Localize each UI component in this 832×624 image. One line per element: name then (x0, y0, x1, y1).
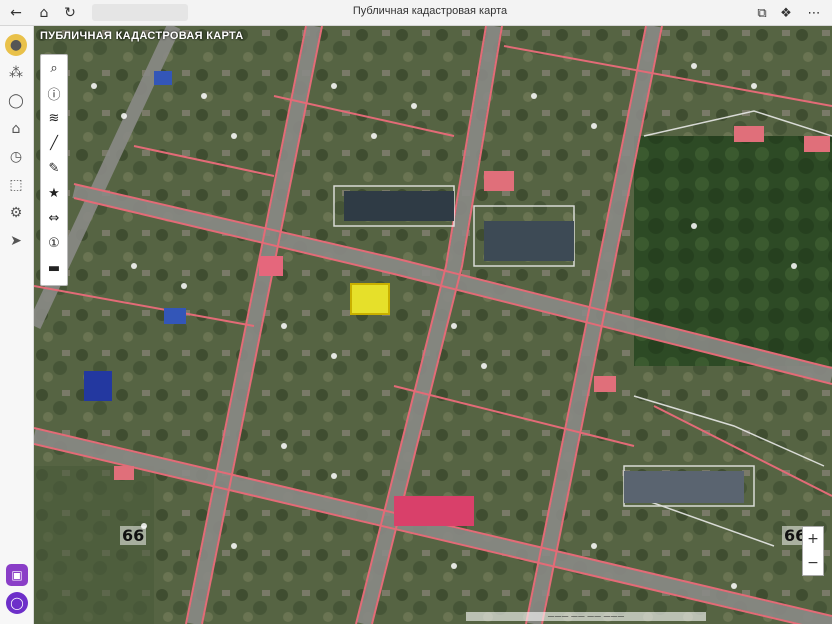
layers-icon[interactable]: ≋ (43, 107, 65, 129)
address-bar[interactable] (92, 4, 188, 21)
scale-bar: ——— —— —— ——— (466, 612, 706, 621)
calendar-icon[interactable]: ▣ (6, 564, 28, 586)
draw-icon[interactable]: ✎ (43, 157, 65, 179)
settings-icon[interactable]: ⚙ (5, 202, 27, 224)
satellite-imagery (34, 26, 832, 624)
menu-dots-icon[interactable]: ⋯ (804, 3, 824, 23)
info-icon[interactable]: ⓘ (43, 82, 65, 104)
block-number-label: 66 (120, 526, 147, 545)
browser-toolbar: ← ⌂ ↻ Публичная кадастровая карта ⧉ ❖ ⋯ (0, 0, 832, 26)
measure-icon[interactable]: ⇔ (43, 207, 65, 229)
zoom-out-button[interactable]: − (803, 551, 823, 575)
zoom-control: + − (802, 526, 824, 576)
collections-icon[interactable]: ❖ (776, 3, 796, 23)
profile-icon[interactable]: ● (5, 34, 27, 56)
history-icon[interactable]: ◷ (5, 146, 27, 168)
help-icon[interactable]: ① (43, 232, 65, 254)
bell-icon[interactable]: ◯ (5, 90, 27, 112)
search-icon[interactable]: ⌕ (43, 57, 65, 79)
map-toolbar: ⌕ ⓘ ≋ ╱ ✎ ★ ⇔ ① ▬ (40, 54, 68, 286)
star-icon[interactable]: ★ (43, 182, 65, 204)
apps-icon[interactable]: ⁂ (5, 62, 27, 84)
zoom-in-button[interactable]: + (803, 527, 823, 551)
page-title: Публичная кадастровая карта (352, 5, 508, 17)
bookmark-icon[interactable]: ⧉ (752, 3, 772, 23)
downloads-icon[interactable]: ⬚ (5, 174, 27, 196)
cadastral-map[interactable]: ПУБЛИЧНАЯ КАДАСТРОВАЯ КАРТА ⌕ ⓘ ≋ ╱ ✎ ★ … (34, 26, 832, 624)
browser-sidebar: ● ⁂ ◯ ⌂ ◷ ⬚ ⚙ ➤ ▣ ◯ (0, 26, 34, 624)
home-icon[interactable]: ⌂ (5, 118, 27, 140)
home-icon[interactable]: ⌂ (34, 3, 54, 23)
reload-icon[interactable]: ↻ (60, 3, 80, 23)
back-icon[interactable]: ← (6, 3, 26, 23)
legend-icon[interactable]: ▬ (43, 257, 65, 279)
map-title: ПУБЛИЧНАЯ КАДАСТРОВАЯ КАРТА (40, 30, 244, 42)
ring-icon[interactable]: ◯ (6, 592, 28, 614)
navigation-icon[interactable]: ➤ (5, 230, 27, 252)
selected-parcel (350, 283, 390, 315)
ruler-icon[interactable]: ╱ (43, 132, 65, 154)
